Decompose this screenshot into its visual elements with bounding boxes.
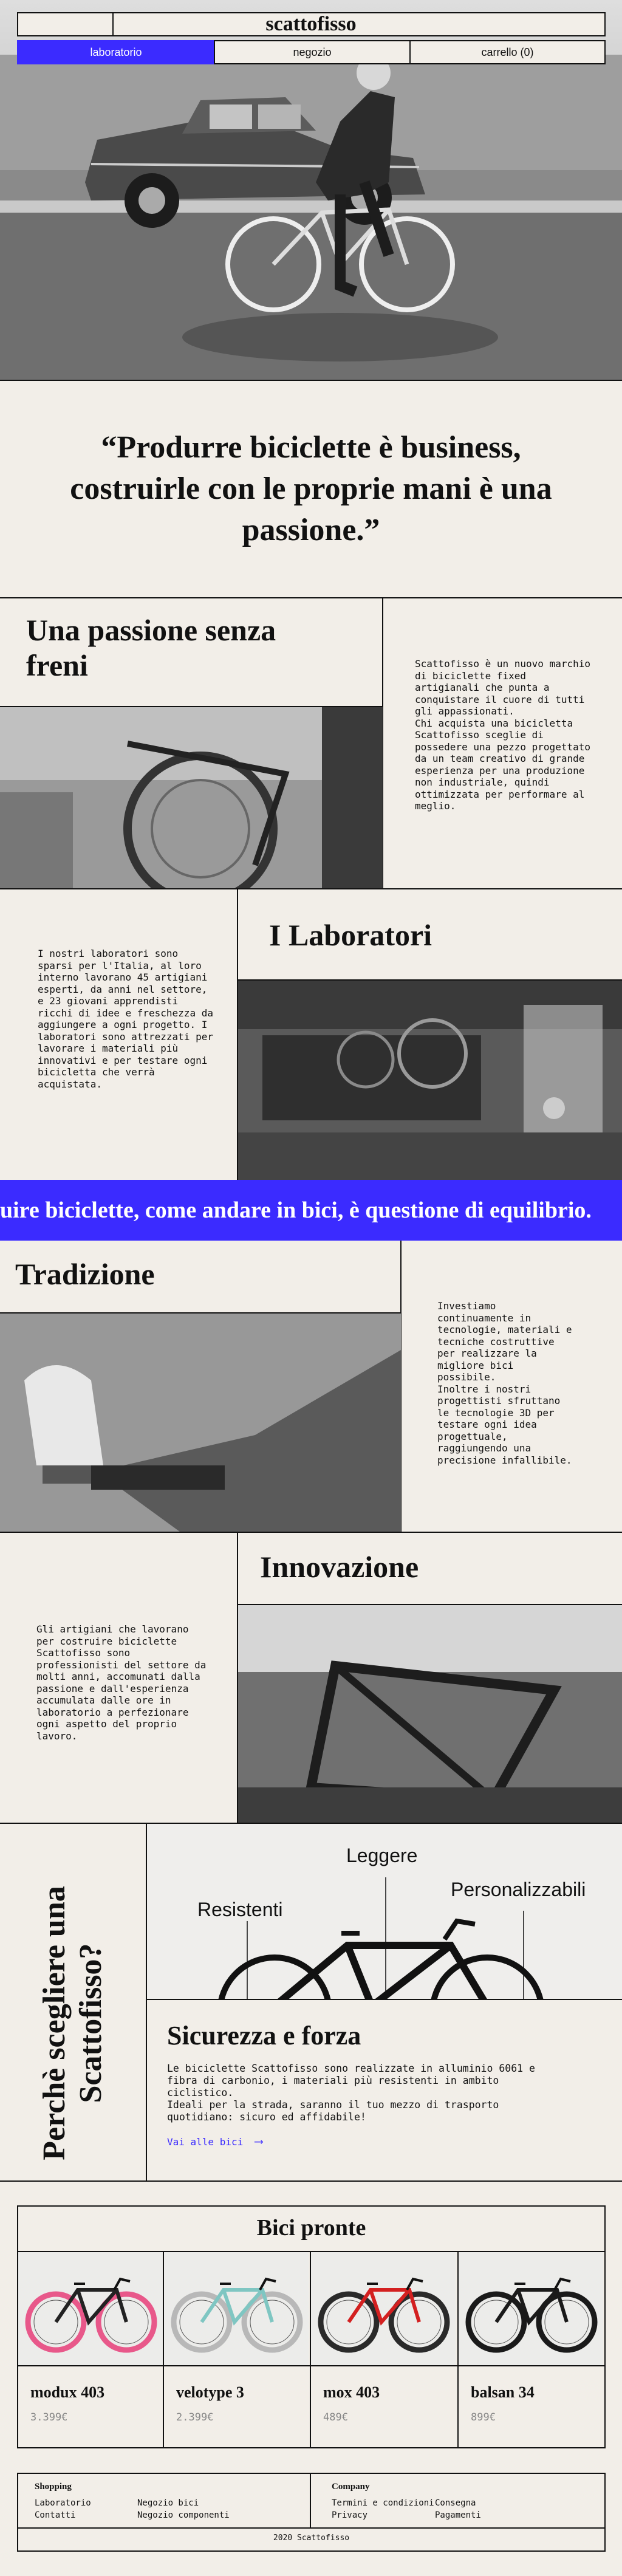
- passion-photo: [0, 706, 383, 888]
- go-to-bikes-label: Vai alle bici: [167, 2136, 244, 2148]
- bike-price: 489€: [323, 2411, 348, 2424]
- nav-negozio[interactable]: negozio: [214, 40, 411, 64]
- bike-image: [311, 2252, 456, 2365]
- tradition-title: Tradizione: [15, 1257, 155, 1291]
- bike-image: [459, 2252, 603, 2365]
- labs-text: I nostri laboratori sono sparsi per l'It…: [38, 948, 213, 1090]
- feature-leggere: Leggere: [346, 1845, 418, 1866]
- feature-personalizzabili: Personalizzabili: [451, 1879, 586, 1900]
- divider: [17, 2527, 606, 2529]
- bike-card[interactable]: velotype 3 2.399€: [164, 2252, 309, 2447]
- innovation-title: Innovazione: [260, 1550, 419, 1584]
- header-spacer-right: [508, 12, 606, 36]
- banner-text: uire biciclette, come andare in bici, è …: [0, 1197, 592, 1223]
- why-vertical-text: Perchè scegliere una Scattofisso?: [37, 1886, 108, 2160]
- header-spacer-left: [17, 12, 114, 36]
- bike-name: modux 403: [30, 2383, 105, 2401]
- innovation-text: Gli artigiani che lavorano per costruire…: [36, 1623, 207, 1742]
- bike-name: balsan 34: [471, 2383, 535, 2401]
- tradition-photo: [0, 1312, 401, 1532]
- footer-link-negozio-bici[interactable]: Negozio bici: [137, 2498, 199, 2508]
- bike-price: 899€: [471, 2411, 496, 2424]
- divider: [146, 1999, 622, 2000]
- why-vertical-title: Perchè scegliere una Scattofisso?: [36, 1829, 109, 2218]
- divider: [0, 888, 622, 889]
- footer-shopping-title: Shopping: [35, 2482, 72, 2492]
- footer-link-pagamenti[interactable]: Pagamenti: [435, 2510, 481, 2520]
- bike-card[interactable]: mox 403 489€: [311, 2252, 456, 2447]
- nav-laboratorio[interactable]: laboratorio: [17, 40, 215, 64]
- marquee-banner: uire biciclette, come andare in bici, è …: [0, 1180, 622, 1241]
- divider: [0, 1532, 622, 1533]
- footer-link-termini[interactable]: Termini e condizioni: [332, 2498, 434, 2508]
- footer-link-privacy[interactable]: Privacy: [332, 2510, 367, 2520]
- footer-link-contatti[interactable]: Contatti: [35, 2510, 75, 2520]
- brand-logo[interactable]: scattofisso: [112, 12, 510, 36]
- quote-section: “Produrre biciclette è business, costrui…: [0, 380, 622, 598]
- footer-link-laboratorio[interactable]: Laboratorio: [35, 2498, 91, 2508]
- feature-resistenti: Resistenti: [197, 1899, 283, 1920]
- labs-photo: [238, 979, 622, 1180]
- footer-link-consegna[interactable]: Consegna: [435, 2498, 476, 2508]
- footer-copyright: 2020 Scattofisso: [273, 2533, 350, 2543]
- bike-image: [18, 2252, 163, 2365]
- page: scattofisso laboratorio negozio carrello…: [0, 0, 622, 2576]
- bike-name: mox 403: [323, 2383, 380, 2401]
- tradition-text: Investiamo continuamente in tecnologie, …: [437, 1300, 572, 1466]
- footer-company-title: Company: [332, 2482, 370, 2492]
- bike-name: velotype 3: [176, 2383, 244, 2401]
- safety-title: Sicurezza e forza: [167, 2021, 361, 2050]
- arrow-right-icon: ⟶: [255, 2134, 262, 2148]
- bike-card[interactable]: modux 403 3.399€: [18, 2252, 163, 2447]
- safety-text: Le biciclette Scattofisso sono realizzat…: [167, 2063, 535, 2123]
- bike-image: [164, 2252, 309, 2365]
- divider: [0, 2180, 622, 2182]
- bike-card[interactable]: balsan 34 899€: [459, 2252, 603, 2447]
- labs-title: I Laboratori: [269, 918, 432, 952]
- footer-link-negozio-componenti[interactable]: Negozio componenti: [137, 2510, 230, 2520]
- innovation-photo: [238, 1604, 622, 1823]
- passion-title: Una passione senza freni: [26, 613, 276, 682]
- nav-carrello[interactable]: carrello (0): [409, 40, 606, 64]
- divider: [310, 2473, 311, 2529]
- bike-price: 2.399€: [176, 2411, 214, 2424]
- bike-price: 3.399€: [30, 2411, 68, 2424]
- quote-text: “Produrre biciclette è business, costrui…: [70, 430, 552, 547]
- ready-bikes-title: Bici pronte: [256, 2215, 366, 2241]
- passion-text: Scattofisso è un nuovo marchio di bicicl…: [415, 658, 590, 812]
- go-to-bikes-link[interactable]: Vai alle bici ⟶: [167, 2134, 262, 2148]
